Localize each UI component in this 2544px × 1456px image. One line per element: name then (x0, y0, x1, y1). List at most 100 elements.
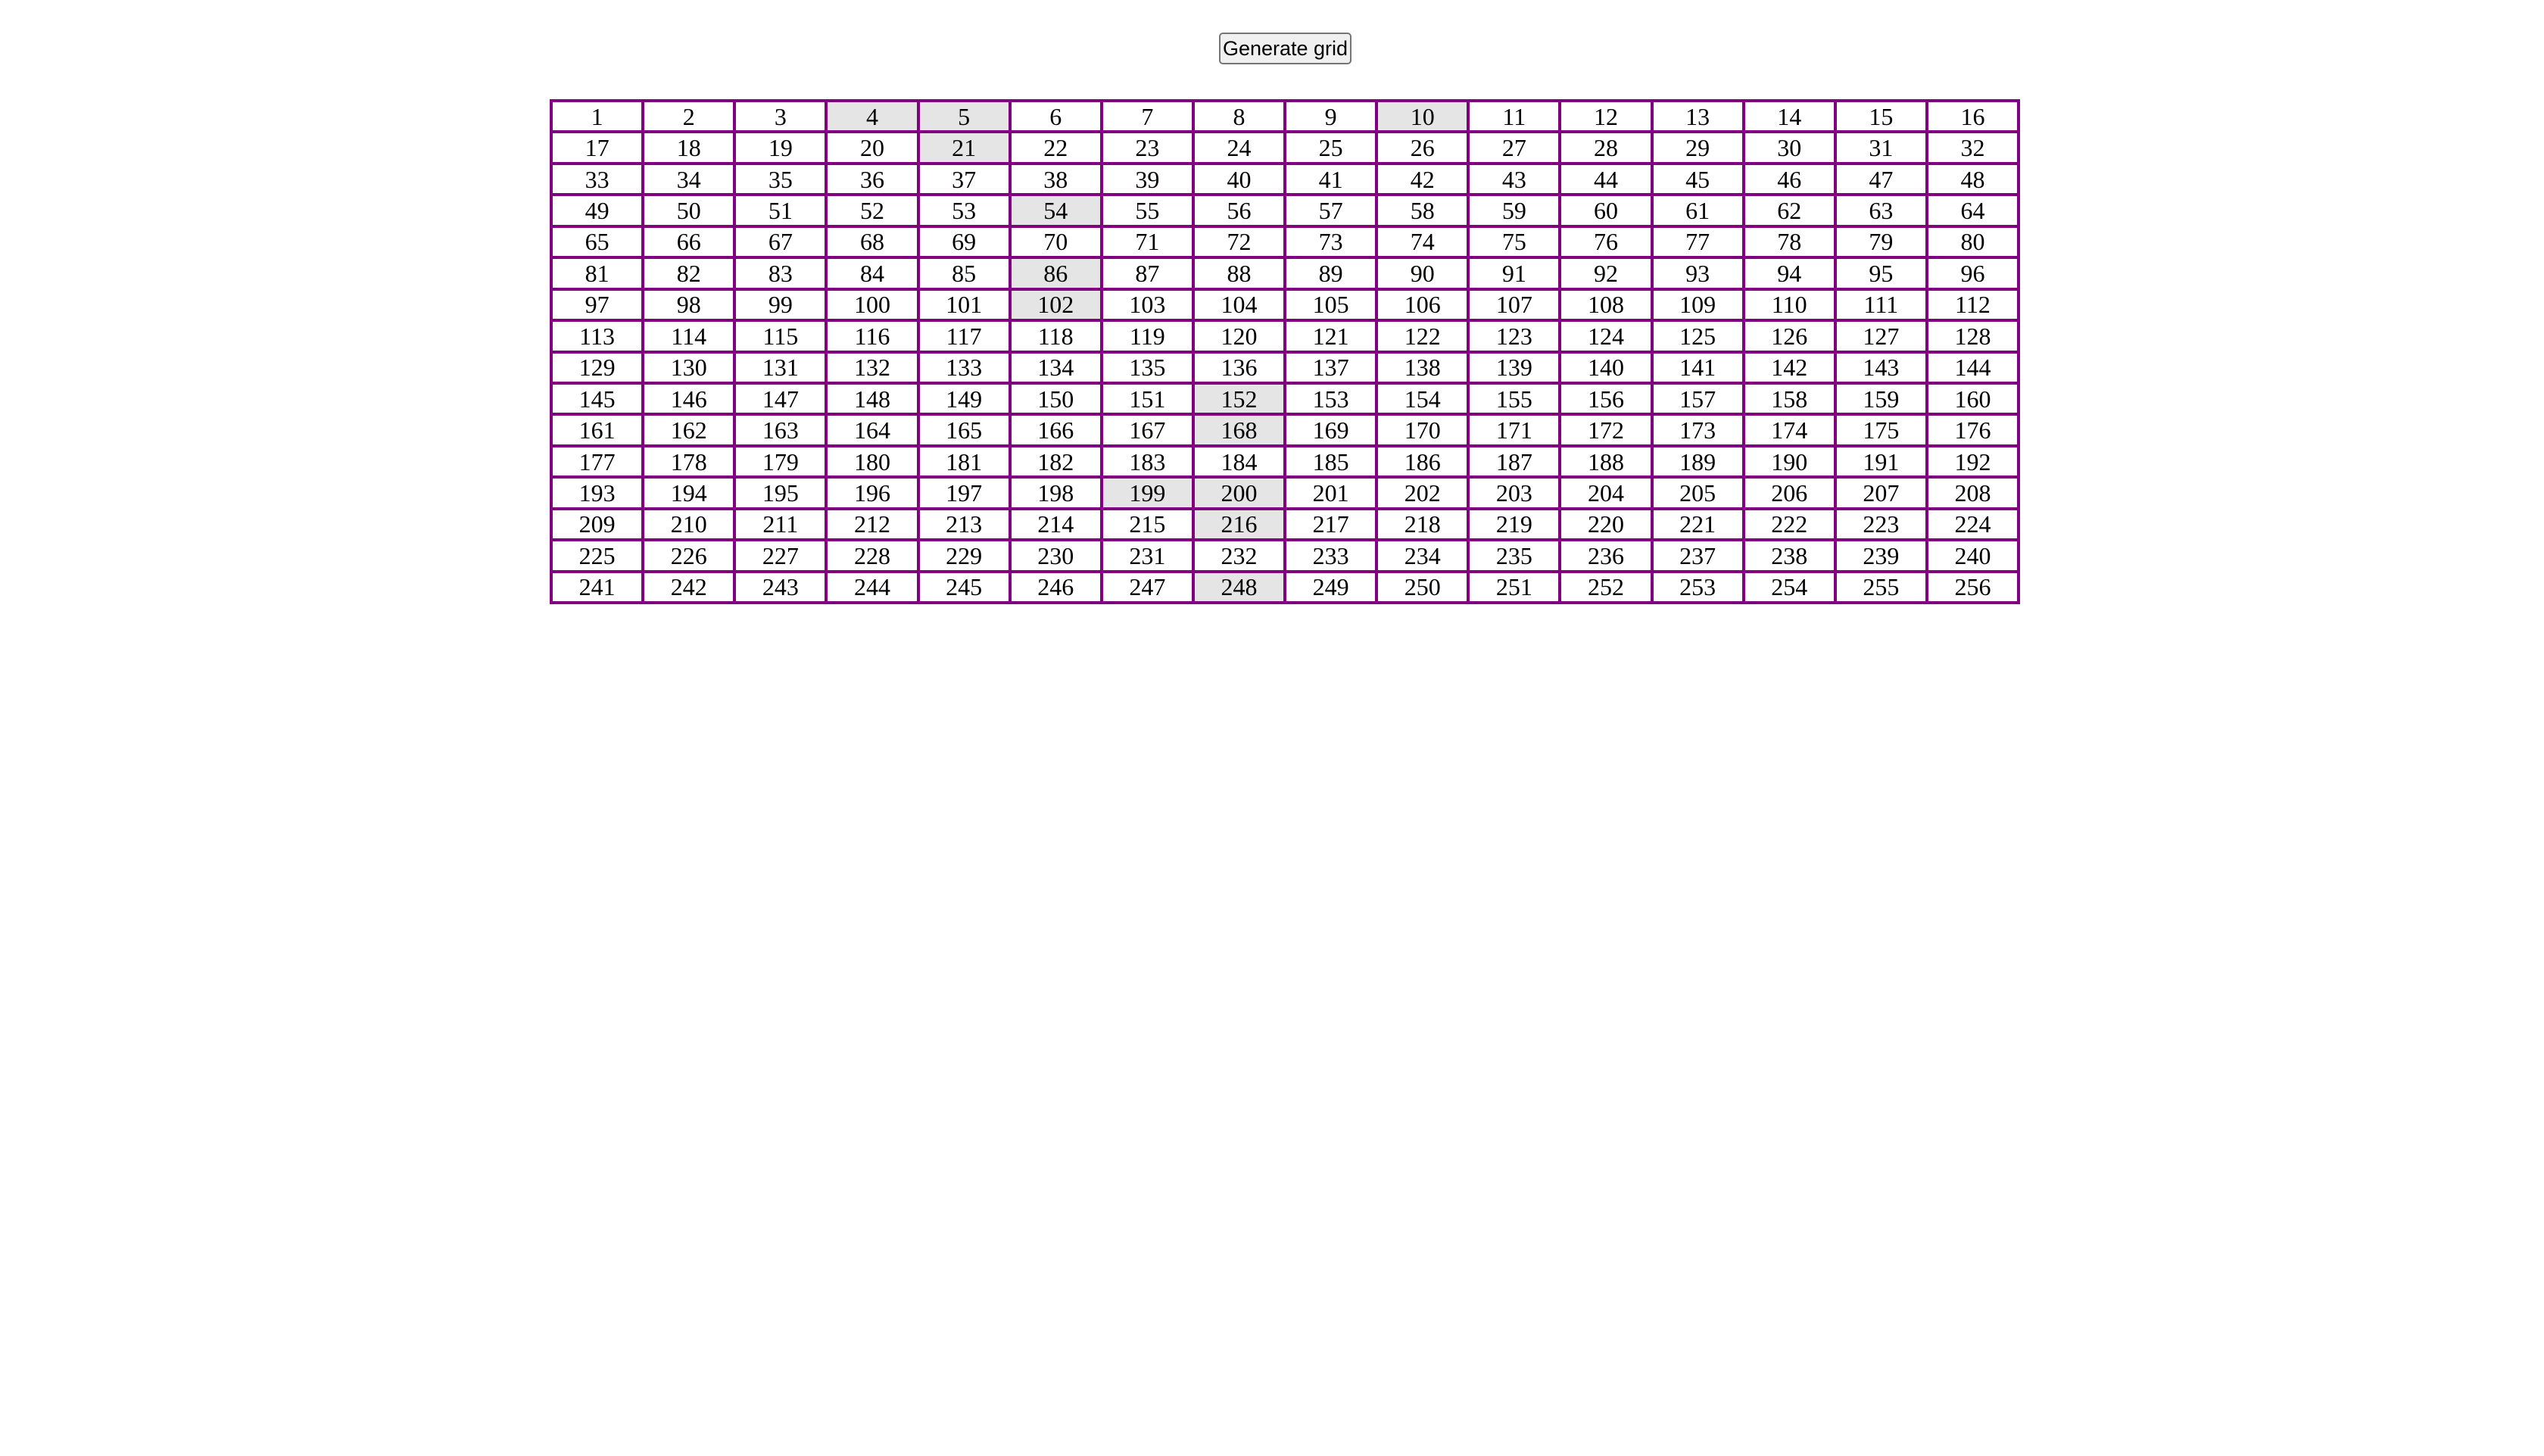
grid-cell[interactable]: 189 (1653, 447, 1742, 476)
grid-cell[interactable]: 213 (919, 510, 1009, 539)
grid-cell[interactable]: 134 (1011, 353, 1100, 382)
grid-cell[interactable]: 145 (553, 384, 642, 413)
grid-cell[interactable]: 124 (1561, 322, 1651, 351)
grid-cell[interactable]: 240 (1928, 541, 2017, 570)
grid-cell[interactable]: 219 (1470, 510, 1559, 539)
grid-cell[interactable]: 43 (1470, 164, 1559, 194)
generate-grid-button[interactable]: Generate grid (1219, 33, 1352, 64)
grid-cell[interactable]: 119 (1102, 322, 1192, 351)
grid-cell[interactable]: 182 (1011, 447, 1100, 476)
grid-cell[interactable]: 140 (1561, 353, 1651, 382)
grid-cell[interactable]: 222 (1744, 510, 1834, 539)
grid-cell[interactable]: 2 (644, 102, 734, 131)
grid-cell[interactable]: 196 (828, 479, 917, 507)
grid-cell[interactable]: 111 (1836, 290, 1925, 320)
grid-cell[interactable]: 89 (1286, 259, 1376, 288)
grid-cell[interactable]: 101 (919, 290, 1009, 320)
grid-cell-highlighted[interactable]: 152 (1194, 384, 1283, 413)
grid-cell-highlighted[interactable]: 199 (1102, 479, 1192, 507)
grid-cell[interactable]: 127 (1836, 322, 1925, 351)
grid-cell[interactable]: 214 (1011, 510, 1100, 539)
grid-cell[interactable]: 129 (553, 353, 642, 382)
grid-cell[interactable]: 130 (644, 353, 734, 382)
grid-cell[interactable]: 23 (1102, 133, 1192, 162)
grid-cell[interactable]: 217 (1286, 510, 1376, 539)
grid-cell[interactable]: 177 (553, 447, 642, 476)
grid-cell[interactable]: 131 (736, 353, 825, 382)
grid-cell[interactable]: 193 (553, 479, 642, 507)
grid-cell[interactable]: 7 (1102, 102, 1192, 131)
grid-cell[interactable]: 18 (644, 133, 734, 162)
grid-cell[interactable]: 227 (736, 541, 825, 570)
grid-cell[interactable]: 190 (1744, 447, 1834, 476)
grid-cell[interactable]: 75 (1470, 227, 1559, 257)
grid-cell[interactable]: 206 (1744, 479, 1834, 507)
grid-cell[interactable]: 11 (1470, 102, 1559, 131)
grid-cell[interactable]: 226 (644, 541, 734, 570)
grid-cell[interactable]: 239 (1836, 541, 1925, 570)
grid-cell[interactable]: 220 (1561, 510, 1651, 539)
grid-cell[interactable]: 81 (553, 259, 642, 288)
grid-cell[interactable]: 246 (1011, 572, 1100, 601)
grid-cell[interactable]: 12 (1561, 102, 1651, 131)
grid-cell[interactable]: 103 (1102, 290, 1192, 320)
grid-cell[interactable]: 26 (1378, 133, 1467, 162)
grid-cell[interactable]: 178 (644, 447, 734, 476)
grid-cell[interactable]: 46 (1744, 164, 1834, 194)
grid-cell[interactable]: 42 (1378, 164, 1467, 194)
grid-cell[interactable]: 254 (1744, 572, 1834, 601)
grid-cell[interactable]: 172 (1561, 416, 1651, 444)
grid-cell[interactable]: 115 (736, 322, 825, 351)
grid-cell[interactable]: 91 (1470, 259, 1559, 288)
grid-cell[interactable]: 100 (828, 290, 917, 320)
grid-cell[interactable]: 58 (1378, 196, 1467, 225)
grid-cell[interactable]: 192 (1928, 447, 2017, 476)
grid-cell[interactable]: 19 (736, 133, 825, 162)
grid-cell[interactable]: 135 (1102, 353, 1192, 382)
grid-cell[interactable]: 125 (1653, 322, 1742, 351)
grid-cell[interactable]: 162 (644, 416, 734, 444)
grid-cell[interactable]: 179 (736, 447, 825, 476)
grid-cell[interactable]: 16 (1928, 102, 2017, 131)
grid-cell[interactable]: 235 (1470, 541, 1559, 570)
grid-cell[interactable]: 208 (1928, 479, 2017, 507)
grid-cell[interactable]: 241 (553, 572, 642, 601)
grid-cell[interactable]: 67 (736, 227, 825, 257)
grid-cell[interactable]: 109 (1653, 290, 1742, 320)
grid-cell[interactable]: 52 (828, 196, 917, 225)
grid-cell[interactable]: 171 (1470, 416, 1559, 444)
grid-cell[interactable]: 94 (1744, 259, 1834, 288)
grid-cell[interactable]: 126 (1744, 322, 1834, 351)
grid-cell[interactable]: 221 (1653, 510, 1742, 539)
grid-cell[interactable]: 138 (1378, 353, 1467, 382)
grid-cell[interactable]: 72 (1194, 227, 1283, 257)
grid-cell[interactable]: 120 (1194, 322, 1283, 351)
grid-cell-highlighted[interactable]: 200 (1194, 479, 1283, 507)
grid-cell[interactable]: 159 (1836, 384, 1925, 413)
grid-cell[interactable]: 88 (1194, 259, 1283, 288)
grid-cell[interactable]: 63 (1836, 196, 1925, 225)
grid-cell[interactable]: 144 (1928, 353, 2017, 382)
grid-cell-highlighted[interactable]: 10 (1378, 102, 1467, 131)
grid-cell[interactable]: 113 (553, 322, 642, 351)
grid-cell[interactable]: 14 (1744, 102, 1834, 131)
grid-cell[interactable]: 247 (1102, 572, 1192, 601)
grid-cell[interactable]: 51 (736, 196, 825, 225)
grid-cell[interactable]: 87 (1102, 259, 1192, 288)
grid-cell[interactable]: 28 (1561, 133, 1651, 162)
grid-cell[interactable]: 50 (644, 196, 734, 225)
grid-cell[interactable]: 112 (1928, 290, 2017, 320)
grid-cell[interactable]: 143 (1836, 353, 1925, 382)
grid-cell[interactable]: 31 (1836, 133, 1925, 162)
grid-cell[interactable]: 147 (736, 384, 825, 413)
grid-cell[interactable]: 166 (1011, 416, 1100, 444)
grid-cell[interactable]: 225 (553, 541, 642, 570)
grid-cell[interactable]: 71 (1102, 227, 1192, 257)
grid-cell[interactable]: 223 (1836, 510, 1925, 539)
grid-cell[interactable]: 215 (1102, 510, 1192, 539)
grid-cell[interactable]: 173 (1653, 416, 1742, 444)
grid-cell-highlighted[interactable]: 5 (919, 102, 1009, 131)
grid-cell[interactable]: 209 (553, 510, 642, 539)
grid-cell[interactable]: 25 (1286, 133, 1376, 162)
grid-cell[interactable]: 62 (1744, 196, 1834, 225)
